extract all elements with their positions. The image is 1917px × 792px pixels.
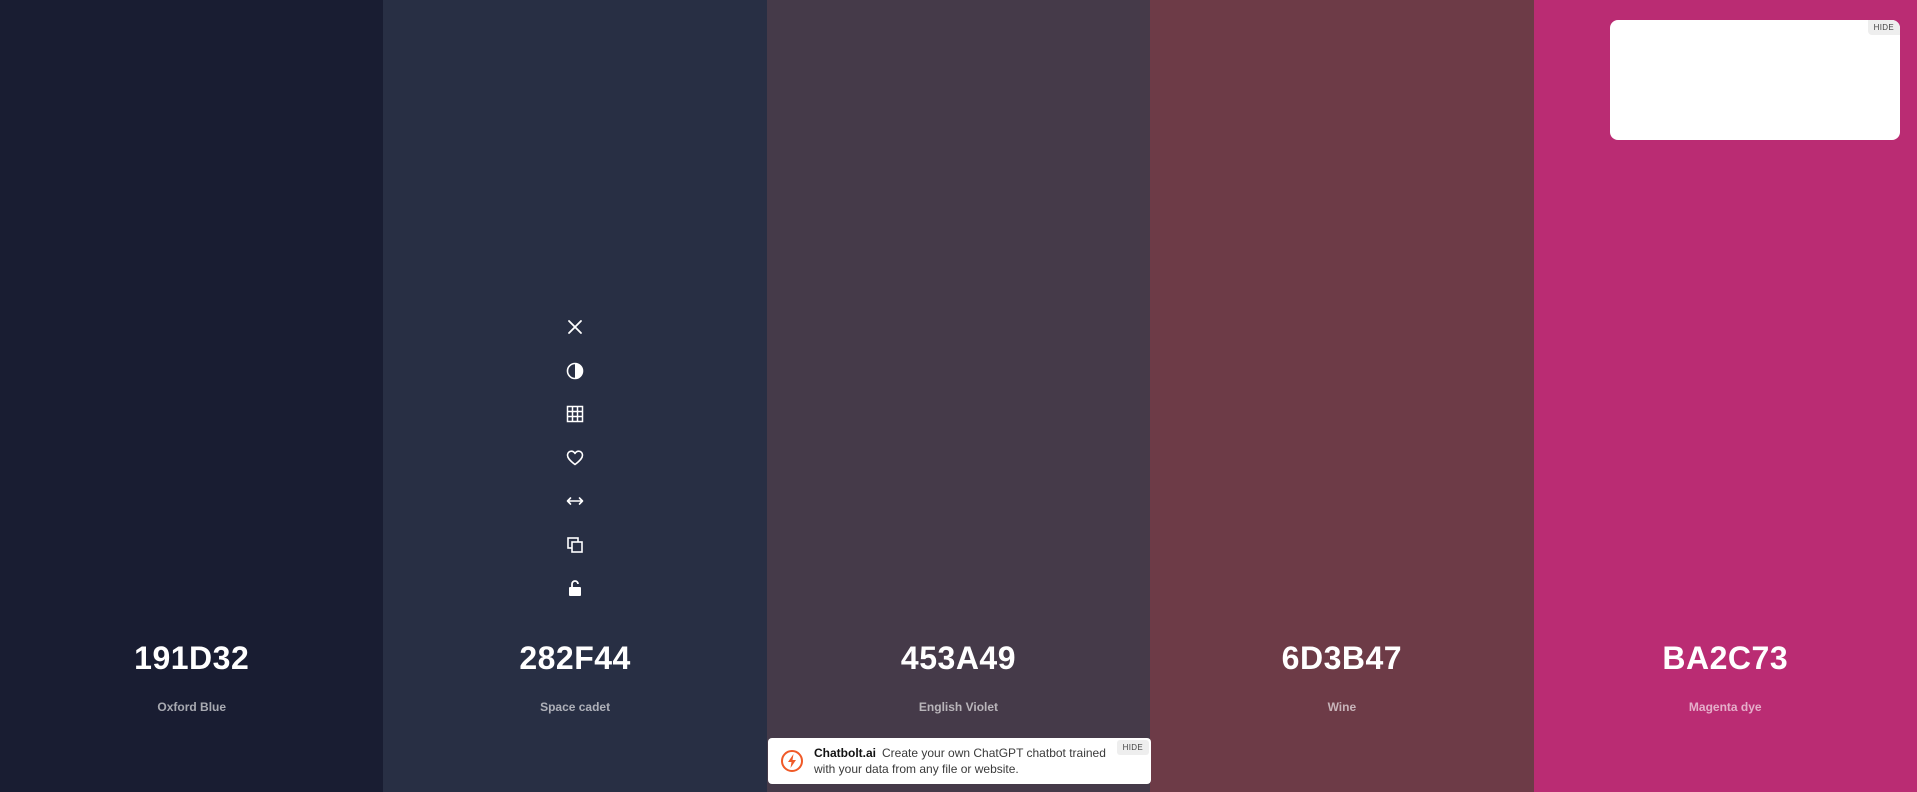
close-icon — [568, 320, 582, 334]
copy-icon — [567, 536, 583, 553]
swatch-hex[interactable]: 453A49 — [767, 640, 1150, 677]
view-shades-button[interactable] — [560, 356, 590, 386]
swatch-hex[interactable]: 6D3B47 — [1150, 640, 1533, 677]
drag-handle[interactable] — [560, 486, 590, 516]
shades-grid-button[interactable] — [560, 399, 590, 429]
lock-color-button[interactable] — [560, 573, 590, 603]
swatch-name: Oxford Blue — [157, 700, 227, 714]
swatch-name: Magenta dye — [1688, 700, 1762, 714]
banner-text: Chatbolt.ai Create your own ChatGPT chatb… — [814, 745, 1114, 777]
unlock-icon — [569, 580, 582, 596]
swatch-hex[interactable]: 282F44 — [383, 640, 766, 677]
copy-hex-button[interactable] — [560, 530, 590, 560]
swatch-hex[interactable]: BA2C73 — [1534, 640, 1917, 677]
chatbolt-logo — [780, 749, 804, 773]
ad-box: HIDE — [1610, 20, 1900, 140]
hide-banner-button[interactable]: HIDE — [1116, 740, 1149, 755]
banner-brand: Chatbolt.ai — [814, 746, 876, 760]
heart-icon — [566, 449, 584, 465]
arrows-horizontal-icon — [566, 497, 584, 505]
swatch-english-violet[interactable]: 453A49 English Violet — [766, 0, 1151, 792]
bolt-chat-icon — [781, 750, 803, 772]
swatch-space-cadet[interactable]: 282F44 Space cadet — [383, 0, 767, 792]
promo-banner[interactable]: Chatbolt.ai Create your own ChatGPT chatb… — [768, 738, 1151, 784]
contrast-icon — [566, 362, 584, 379]
swatch-wine[interactable]: 6D3B47 Wine — [1150, 0, 1534, 792]
swatch-name: Wine — [1327, 700, 1357, 714]
swatch-name: English Violet — [918, 700, 999, 714]
save-color-button[interactable] — [560, 443, 590, 473]
remove-color-button[interactable] — [560, 312, 590, 342]
swatch-hex[interactable]: 191D32 — [0, 640, 383, 677]
hide-ad-button[interactable]: HIDE — [1867, 20, 1900, 35]
swatch-name: Space cadet — [540, 700, 611, 714]
swatch-oxford-blue[interactable]: 191D32 Oxford Blue — [0, 0, 384, 792]
grid-icon — [566, 405, 584, 423]
swatch-toolbar — [383, 312, 766, 617]
